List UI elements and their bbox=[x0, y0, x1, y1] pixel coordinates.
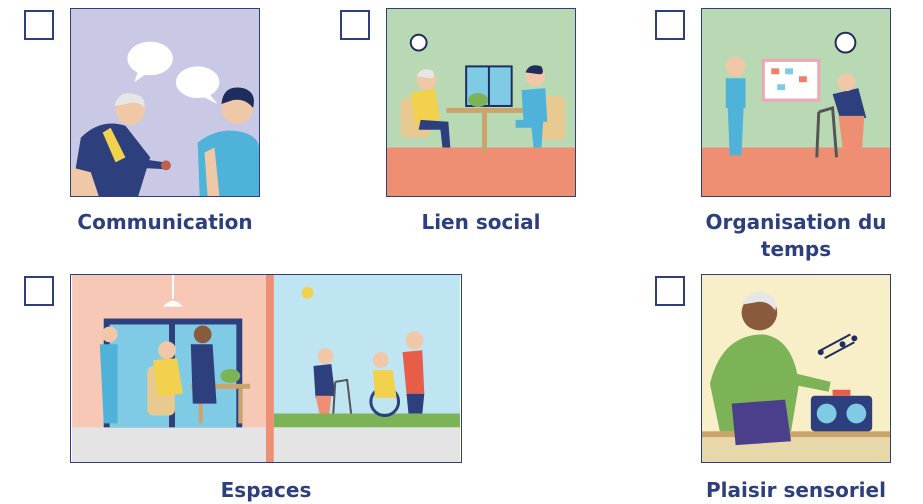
organisation-du-temps-image bbox=[702, 9, 890, 196]
lien-social-image bbox=[387, 9, 575, 196]
caption-lien-social: Lien social bbox=[421, 210, 541, 234]
communication-illustration[interactable] bbox=[70, 8, 260, 197]
espaces-illustration[interactable] bbox=[70, 274, 462, 463]
checkbox-communication[interactable] bbox=[24, 10, 54, 40]
checkbox-lien-social[interactable] bbox=[340, 10, 370, 40]
caption-communication: Communication bbox=[77, 210, 253, 234]
lien-social-illustration[interactable] bbox=[386, 8, 576, 197]
caption-espaces: Espaces bbox=[220, 478, 312, 502]
organisation-du-temps-illustration[interactable] bbox=[701, 8, 891, 197]
espaces-image bbox=[72, 275, 460, 462]
checkbox-espaces[interactable] bbox=[24, 276, 54, 306]
caption-organisation-du-temps: Organisation du temps bbox=[705, 210, 887, 261]
communication-image bbox=[71, 9, 259, 196]
plaisir-sensoriel-illustration[interactable] bbox=[701, 274, 891, 463]
checkbox-organisation-du-temps[interactable] bbox=[655, 10, 685, 40]
checkbox-plaisir-sensoriel[interactable] bbox=[655, 276, 685, 306]
caption-plaisir-sensoriel: Plaisir sensoriel bbox=[706, 478, 886, 502]
plaisir-sensoriel-image bbox=[702, 275, 890, 462]
